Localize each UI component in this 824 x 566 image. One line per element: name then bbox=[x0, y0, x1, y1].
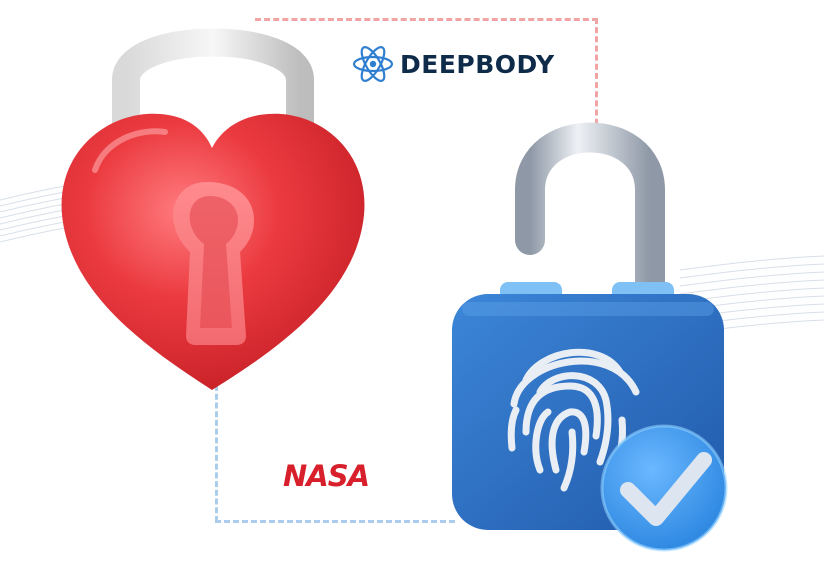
hero-illustration: DEEPBODY NASA bbox=[0, 0, 824, 566]
fingerprint-padlock-icon bbox=[452, 122, 728, 552]
checkmark-badge-icon bbox=[600, 424, 728, 552]
